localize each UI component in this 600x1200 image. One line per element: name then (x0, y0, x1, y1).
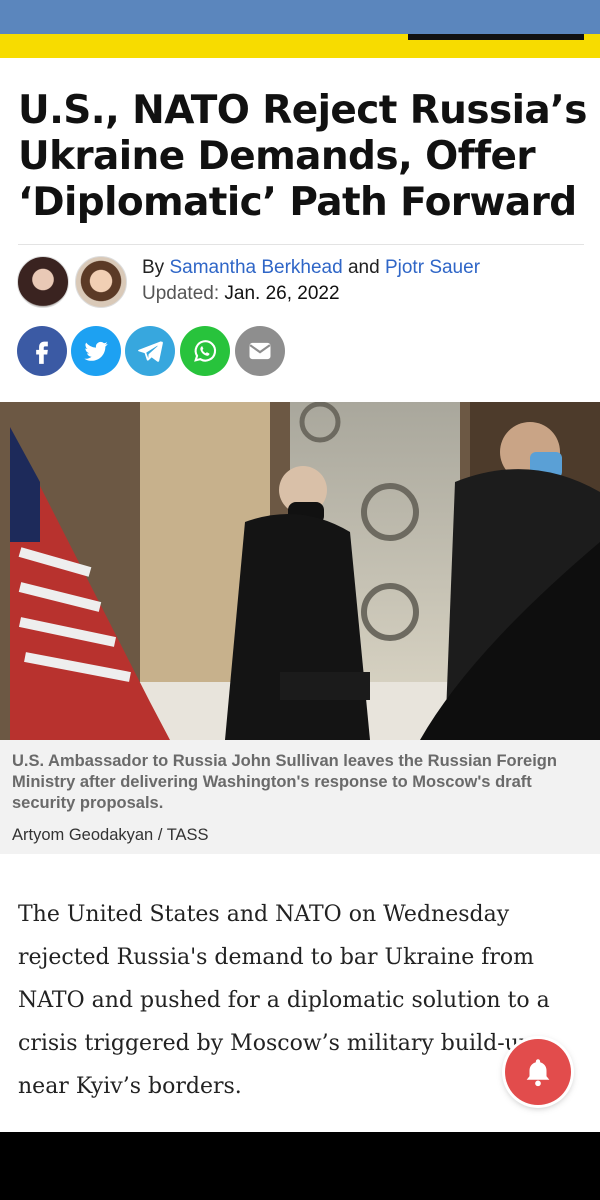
article-photo[interactable] (0, 402, 600, 740)
byline-and: and (347, 257, 380, 278)
share-telegram-button[interactable] (125, 326, 175, 376)
byline-prefix: By (142, 257, 165, 278)
twitter-icon (84, 341, 108, 361)
author-avatar-1[interactable] (17, 256, 69, 308)
notification-bell-button[interactable] (505, 1039, 571, 1105)
updated-line: Updated: Jan. 26, 2022 (142, 282, 340, 306)
system-navigation-bar (0, 1132, 600, 1200)
share-email-button[interactable] (235, 326, 285, 376)
author-avatar-2[interactable] (75, 256, 127, 308)
email-icon (249, 342, 271, 360)
telegram-icon (138, 341, 163, 362)
header-accent-bar (408, 34, 584, 40)
whatsapp-icon (194, 340, 217, 362)
facebook-icon (36, 341, 48, 364)
updated-date: Jan. 26, 2022 (224, 283, 340, 304)
share-whatsapp-button[interactable] (180, 326, 230, 376)
author-link-1[interactable]: Samantha Berkhead (169, 257, 342, 278)
bell-icon (526, 1059, 550, 1087)
photo-credit: Artyom Geodakyan / TASS (12, 826, 209, 844)
article-body: The United States and NATO on Wednesday … (18, 902, 550, 1099)
photo-caption: U.S. Ambassador to Russia John Sullivan … (12, 752, 557, 812)
share-twitter-button[interactable] (71, 326, 121, 376)
byline: By Samantha Berkhead and Pjotr Sauer (142, 256, 480, 280)
divider (18, 244, 584, 245)
author-link-2[interactable]: Pjotr Sauer (385, 257, 480, 278)
header-bar-blue (0, 0, 600, 34)
updated-label: Updated: (142, 283, 220, 304)
article-headline: U.S., NATO Reject Russia’s Ukraine Deman… (18, 88, 587, 225)
share-facebook-button[interactable] (17, 326, 67, 376)
